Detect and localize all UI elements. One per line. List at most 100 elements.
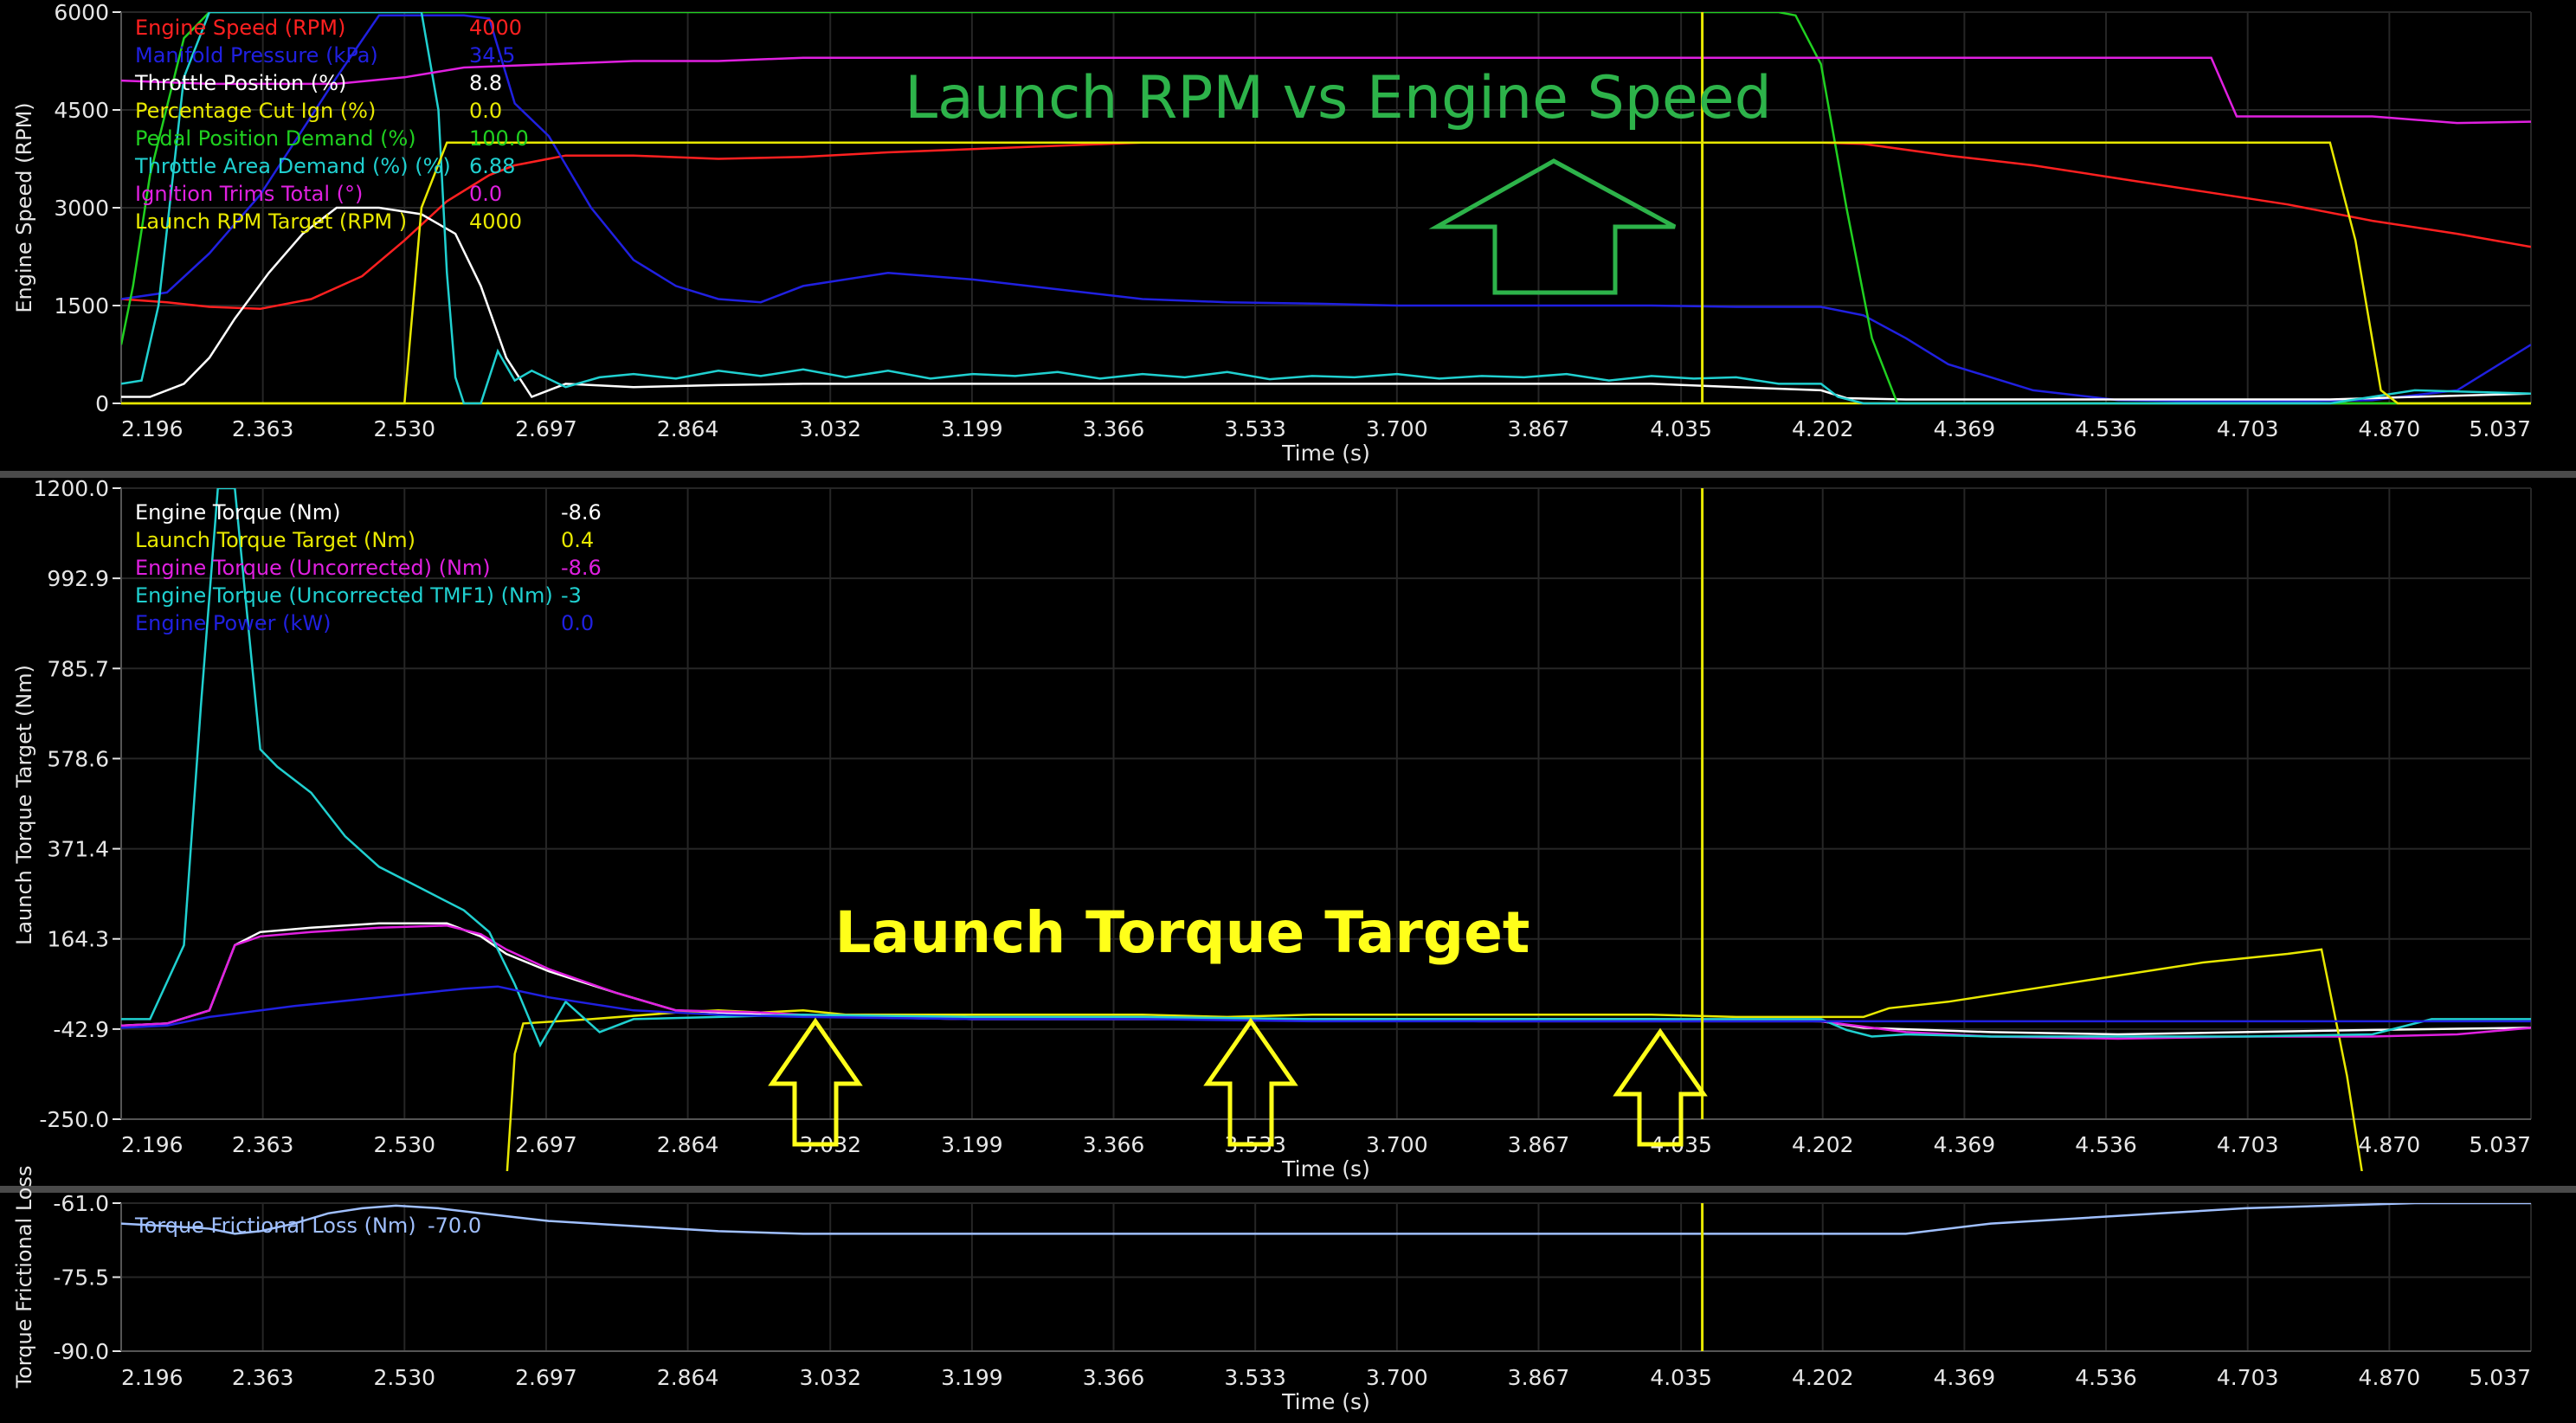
legend-entry: Throttle Position (%)	[134, 71, 346, 95]
legend-entry: Throttle Area Demand (%) (%)	[134, 154, 451, 178]
legend-entry: Engine Power (kW)	[135, 611, 331, 635]
x-tick-label: 5.037	[2469, 416, 2531, 441]
x-tick-label: 2.864	[657, 1132, 719, 1157]
legend-entry: Engine Speed (RPM)	[135, 16, 345, 40]
x-tick-label: 4.703	[2217, 416, 2279, 441]
x-tick-label: 4.202	[1792, 1365, 1854, 1390]
x-tick-label: 3.700	[1366, 416, 1428, 441]
legend-value: 100.0	[469, 126, 529, 151]
x-axis-label: Time (s)	[1281, 441, 1370, 466]
legend-value: 6.88	[469, 154, 515, 178]
y-tick-label: 4500	[54, 98, 109, 123]
x-tick-label: 2.196	[121, 416, 184, 441]
x-tick-label: 2.530	[374, 1365, 436, 1390]
x-tick-label: 2.530	[374, 1132, 436, 1157]
x-tick-label: 4.202	[1792, 416, 1854, 441]
x-tick-label: 2.697	[515, 416, 577, 441]
panel-divider	[0, 1186, 2576, 1193]
y-tick-label: -75.5	[53, 1265, 109, 1291]
x-tick-label: 2.530	[374, 416, 436, 441]
annotation-text-rpm: Launch RPM vs Engine Speed	[905, 64, 1772, 132]
y-tick-label: 992.9	[47, 566, 109, 591]
x-tick-label: 2.864	[657, 1365, 719, 1390]
x-tick-label: 5.037	[2469, 1365, 2531, 1390]
x-tick-label: 4.870	[2359, 1365, 2421, 1390]
legend-value: 4000	[469, 16, 522, 40]
x-tick-label: 3.533	[1224, 416, 1286, 441]
y-tick-label: -61.0	[53, 1191, 109, 1216]
legend-value: 34.5	[469, 43, 515, 68]
x-tick-label: 3.199	[941, 1365, 1003, 1390]
legend-entry: Ignition Trims Total (°)	[135, 182, 363, 206]
y-axis-label: Engine Speed (RPM)	[12, 102, 36, 312]
x-tick-label: 4.369	[1934, 416, 1996, 441]
x-tick-label: 2.864	[657, 416, 719, 441]
x-tick-label: 4.369	[1934, 1365, 1996, 1390]
y-tick-label: -90.0	[53, 1339, 109, 1364]
x-tick-label: 2.363	[232, 416, 294, 441]
legend-value: -3	[561, 583, 582, 608]
x-tick-label: 2.697	[515, 1365, 577, 1390]
telemetry-chart: 2.196 2.363 2.530 2.697 2.864 3.032 3.199 3.366…	[0, 0, 2576, 1423]
y-tick-label: 164.3	[47, 927, 109, 952]
legend-value: 0.4	[561, 528, 594, 552]
y-tick-label: 1200.0	[34, 476, 109, 501]
x-tick-label: 3.199	[941, 1132, 1003, 1157]
x-tick-label: 2.363	[232, 1365, 294, 1390]
legend-entry: Pedal Position Demand (%)	[135, 126, 416, 151]
legend-value: -8.6	[561, 556, 602, 580]
x-tick-label: 4.870	[2359, 416, 2421, 441]
x-tick-label: 3.867	[1508, 1132, 1570, 1157]
y-axis-label: Torque Frictional Loss	[12, 1166, 36, 1389]
x-tick-label: 3.700	[1366, 1365, 1428, 1390]
panel-divider	[0, 471, 2576, 478]
x-tick-label: 4.035	[1650, 416, 1712, 441]
legend-entry: Launch Torque Target (Nm)	[135, 528, 415, 552]
legend-entry: Engine Torque (Uncorrected TMF1) (Nm)	[135, 583, 553, 608]
x-tick-label: 4.536	[2075, 1365, 2137, 1390]
legend-entry: Engine Torque (Uncorrected) (Nm)	[135, 556, 491, 580]
x-tick-label: 3.199	[941, 416, 1003, 441]
x-tick-label: 3.032	[799, 416, 861, 441]
y-axis-label: Launch Torque Target (Nm)	[12, 665, 36, 945]
legend-value: 0.0	[469, 182, 502, 206]
legend-value: 0.0	[561, 611, 594, 635]
x-tick-label: 4.703	[2217, 1365, 2279, 1390]
legend-entry: Percentage Cut Ign (%)	[135, 99, 376, 123]
x-tick-label: 4.369	[1934, 1132, 1996, 1157]
y-tick-label: -250.0	[39, 1107, 109, 1132]
x-axis-label: Time (s)	[1281, 1156, 1370, 1182]
y-tick-label: 1500	[54, 293, 109, 319]
legend-value: 8.8	[469, 71, 502, 95]
x-tick-label: 2.363	[232, 1132, 294, 1157]
x-tick-label: 4.536	[2075, 1132, 2137, 1157]
y-tick-label: 371.4	[47, 837, 109, 862]
y-tick-label: -42.9	[53, 1017, 109, 1042]
annotation-text-torque: Launch Torque Target	[835, 899, 1530, 966]
legend-entry: Torque Frictional Loss (Nm)	[134, 1214, 416, 1238]
x-tick-label: 2.196	[121, 1365, 184, 1390]
y-tick-label: 0	[95, 391, 109, 416]
x-tick-label: 4.202	[1792, 1132, 1854, 1157]
x-tick-label: 3.032	[799, 1365, 861, 1390]
x-tick-label: 2.697	[515, 1132, 577, 1157]
legend-value: 4000	[469, 209, 522, 234]
x-tick-label: 4.035	[1650, 1365, 1712, 1390]
x-tick-label: 3.366	[1083, 416, 1145, 441]
x-tick-label: 5.037	[2469, 1132, 2531, 1157]
x-axis-label: Time (s)	[1281, 1389, 1370, 1414]
legend-entry: Launch RPM Target (RPM )	[135, 209, 407, 234]
x-tick-label: 4.870	[2359, 1132, 2421, 1157]
x-tick-label: 3.366	[1083, 1132, 1145, 1157]
x-tick-label: 4.703	[2217, 1132, 2279, 1157]
x-tick-label: 3.867	[1508, 416, 1570, 441]
legend-entry: Engine Torque (Nm)	[135, 500, 341, 525]
legend-value: 0.0	[469, 99, 502, 123]
legend-value: -70.0	[428, 1214, 481, 1238]
y-tick-label: 785.7	[47, 656, 109, 681]
x-tick-label: 4.536	[2075, 416, 2137, 441]
y-tick-label: 578.6	[47, 746, 109, 771]
y-tick-label: 6000	[54, 0, 109, 25]
y-tick-label: 3000	[54, 196, 109, 221]
x-tick-label: 3.366	[1083, 1365, 1145, 1390]
